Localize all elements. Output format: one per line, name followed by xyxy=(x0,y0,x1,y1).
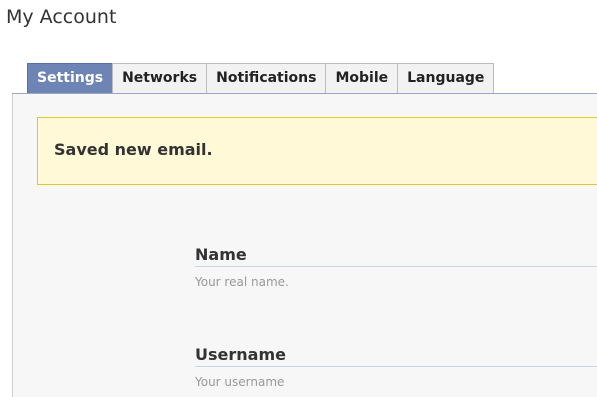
tab-mobile[interactable]: Mobile xyxy=(325,63,399,93)
tab-language[interactable]: Language xyxy=(397,63,495,93)
tab-settings[interactable]: Settings xyxy=(27,63,114,93)
name-hint: Your real name. xyxy=(195,275,289,289)
account-tabs: Settings Networks Notifications Mobile L… xyxy=(27,63,495,93)
notice-message: Saved new email. xyxy=(54,140,213,159)
page-title: My Account xyxy=(6,6,117,28)
username-hint: Your username xyxy=(195,375,285,389)
name-label[interactable]: Name xyxy=(195,245,597,267)
username-label[interactable]: Username xyxy=(195,345,597,367)
tab-notifications[interactable]: Notifications xyxy=(206,63,327,93)
username-field[interactable]: Username Your username xyxy=(195,345,597,389)
tab-networks[interactable]: Networks xyxy=(112,63,208,93)
success-notice: Saved new email. xyxy=(37,117,597,185)
name-field[interactable]: Name Your real name. xyxy=(195,245,597,289)
